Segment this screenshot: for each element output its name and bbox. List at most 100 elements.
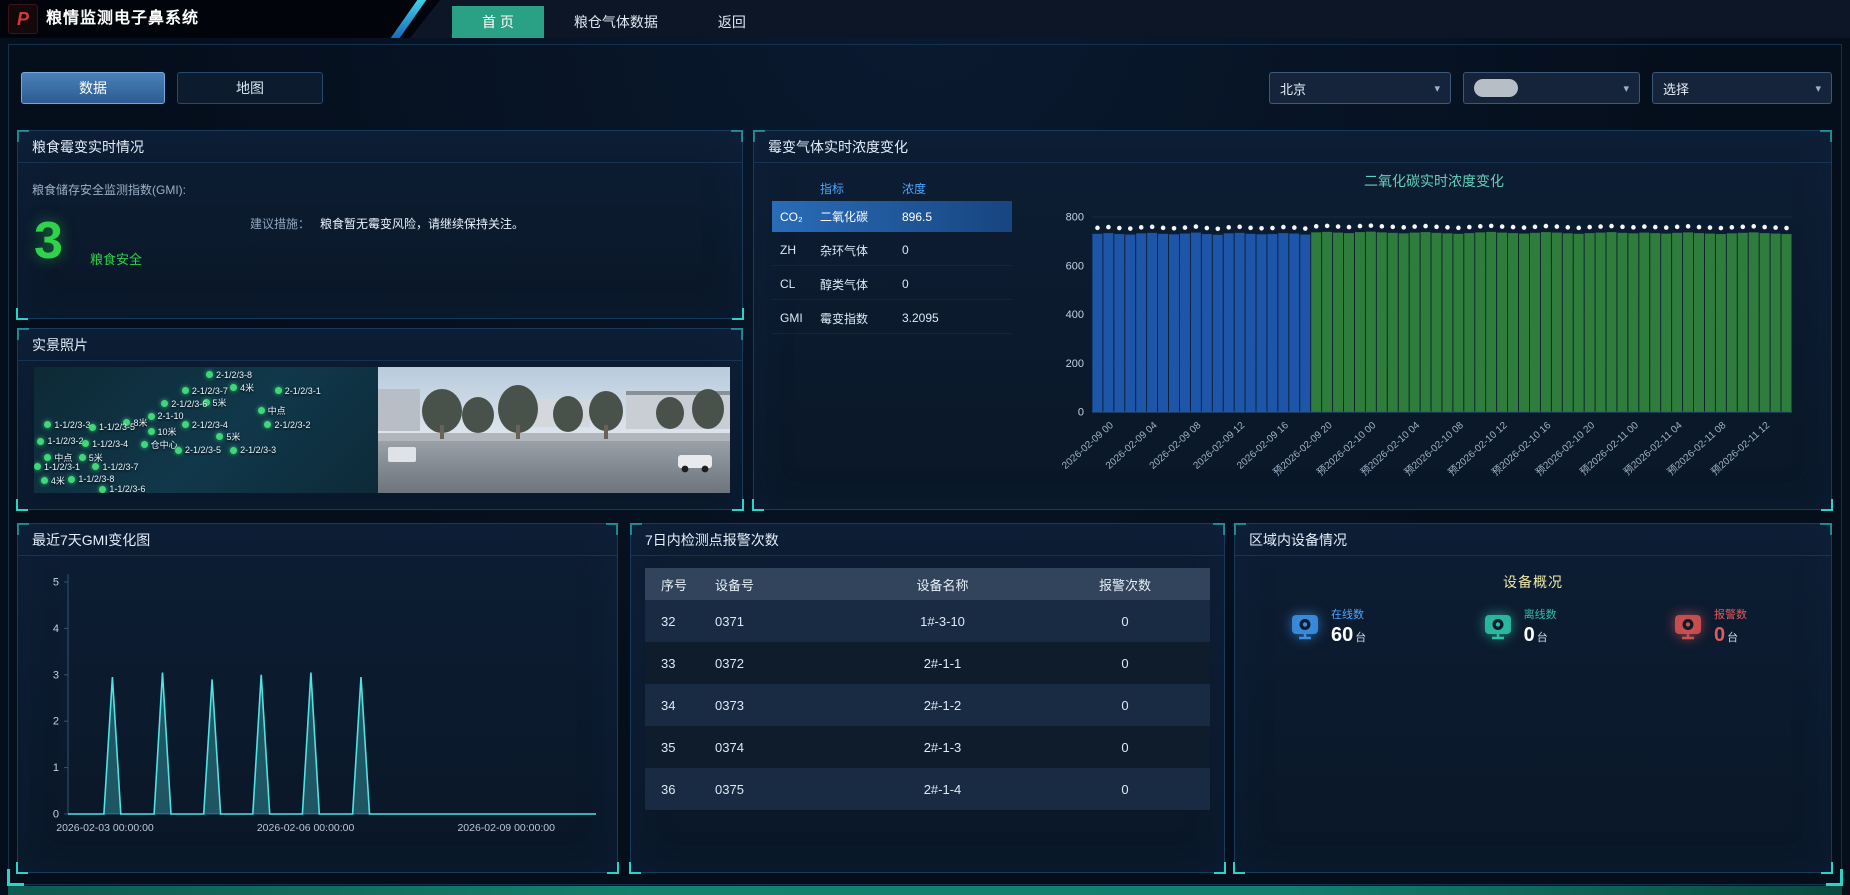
map-node[interactable]: 10米 [148, 425, 177, 438]
panel-gas-concentration: 霉变气体实时浓度变化 指标 浓度 CO₂ 二氧化碳 896.5 ZH 杂环气体 … [753, 130, 1832, 510]
page-title: 粮情监测电子鼻系统 [46, 0, 199, 38]
svg-text:3: 3 [53, 669, 59, 681]
table-cell: 0 [1040, 698, 1210, 713]
map-node[interactable]: 仓中心 [141, 438, 178, 451]
warehouse-select[interactable]: ▾ [1463, 72, 1640, 104]
panel-title: 区域内设备情况 [1235, 524, 1831, 556]
panel-title: 7日内检测点报警次数 [631, 524, 1224, 556]
map-node-label: 1-1/2/3-5 [99, 422, 135, 432]
svg-text:5: 5 [53, 577, 59, 589]
gas-metric-row-zh[interactable]: ZH 杂环气体 0 [772, 235, 1012, 266]
map-node[interactable]: 1-1/2/3-7 [92, 462, 138, 472]
map-node-dot [264, 421, 271, 428]
stat-offline: 离线数 0台 [1480, 606, 1557, 647]
map-node[interactable]: 1-1/2/3-8 [68, 474, 114, 484]
co2-chart-title: 二氧化碳实时浓度变化 [1044, 171, 1824, 191]
svg-text:200: 200 [1066, 358, 1084, 370]
map-node[interactable]: 2-1-10 [148, 411, 184, 421]
map-node[interactable]: 4米 [230, 381, 254, 394]
panel-gmi-7day-chart: 最近7天GMI变化图 0123452026-02-03 00:00:002026… [17, 523, 618, 873]
svg-text:2026-02-09 00:00:00: 2026-02-09 00:00:00 [457, 822, 555, 834]
stat-unit: 台 [1537, 632, 1548, 644]
bottom-accent-bar [8, 886, 1842, 895]
map-node-label: 8米 [133, 416, 147, 429]
map-node-dot [230, 447, 237, 454]
table-cell: 33 [645, 656, 715, 671]
gas-metric-row-cl[interactable]: CL 醇类气体 0 [772, 269, 1012, 300]
map-button[interactable]: 地图 [177, 72, 323, 104]
gmi-index-label: 粮食储存安全监测指数(GMI): [32, 181, 202, 199]
metric-name: 杂环气体 [820, 242, 902, 259]
online-device-icon [1287, 609, 1323, 645]
city-select[interactable]: 北京 ▾ [1269, 72, 1451, 104]
gas-metric-row-co2[interactable]: CO₂ 二氧化碳 896.5 [772, 201, 1012, 232]
map-node[interactable]: 1-1/2/3-1 [34, 462, 80, 472]
map-node-dot [148, 413, 155, 420]
metric-code: CO₂ [772, 210, 820, 224]
map-node[interactable]: 2-1/2/3-2 [264, 420, 310, 430]
map-node[interactable]: 2-1/2/3-1 [275, 386, 321, 396]
map-node-dot [79, 454, 86, 461]
metric-code: ZH [772, 243, 820, 257]
map-node-label: 仓中心 [151, 438, 178, 451]
map-node[interactable]: 1-1/2/3-6 [99, 484, 145, 493]
header-seq: 序号 [645, 575, 715, 594]
map-node-dot [92, 463, 99, 470]
panel-gmi-status: 粮食霉变实时情况 粮食储存安全监测指数(GMI): 3 粮食安全 建议措施： 粮… [17, 130, 743, 319]
table-cell: 0375 [715, 782, 845, 797]
table-cell: 2#-1-1 [845, 656, 1040, 671]
map-node-label: 10米 [158, 425, 177, 438]
tab-home[interactable]: 首 页 [452, 6, 544, 38]
select-thumbnail [1474, 79, 1518, 97]
street-photo-image [378, 367, 730, 493]
map-node[interactable]: 2-1/2/3-8 [206, 370, 252, 380]
table-cell: 0 [1040, 656, 1210, 671]
header-concentration: 浓度 [902, 177, 972, 201]
chevron-down-icon: ▾ [1434, 82, 1440, 95]
map-node-label: 1-1/2/3-4 [92, 439, 128, 449]
panel-title: 最近7天GMI变化图 [18, 524, 617, 556]
map-node[interactable]: 2-1/2/3-7 [182, 386, 228, 396]
metric-name: 醇类气体 [820, 276, 902, 293]
map-node-label: 1-1/2/3-8 [78, 474, 114, 484]
map-node-dot [41, 477, 48, 484]
map-node[interactable]: 1-1/2/3-3 [44, 420, 90, 430]
map-node[interactable]: 1-1/2/3-4 [82, 439, 128, 449]
header-alarm-count: 报警次数 [1040, 575, 1210, 594]
tab-granary-gas-data[interactable]: 粮仓气体数据 [544, 6, 688, 38]
advice-text: 粮食暂无霉变风险，请继续保持关注。 [320, 215, 524, 232]
map-node-label: 2-1/2/3-2 [274, 420, 310, 430]
map-node-label: 2-1/2/3-7 [192, 386, 228, 396]
svg-text:0: 0 [1078, 407, 1084, 419]
street-photo [378, 367, 730, 493]
map-node[interactable]: 5米 [216, 430, 240, 443]
choose-select[interactable]: 选择 ▾ [1652, 72, 1832, 104]
map-node[interactable]: 2-1/2/3-3 [230, 445, 276, 455]
map-node-dot [141, 441, 148, 448]
panel-live-photo: 实景照片 2-1/2/3-84米2-1/2/3-72-1/2/3-15米2-1/… [17, 328, 743, 510]
map-node-label: 1-1/2/3-2 [47, 436, 83, 446]
gas-metrics-table: 指标 浓度 CO₂ 二氧化碳 896.5 ZH 杂环气体 0 CL 醇类气体 0… [772, 177, 1012, 337]
table-row: 32 0371 1#-3-10 0 [645, 600, 1210, 642]
data-button[interactable]: 数据 [21, 72, 165, 104]
table-row: 34 0373 2#-1-2 0 [645, 684, 1210, 726]
gas-table-header: 指标 浓度 [772, 177, 1012, 201]
map-node[interactable]: 2-1/2/3-5 [175, 445, 221, 455]
map-node[interactable]: 1-1/2/3-2 [37, 436, 83, 446]
map-node[interactable]: 2-1/2/3-4 [182, 420, 228, 430]
map-node-dot [275, 387, 282, 394]
svg-text:2026-02-06 00:00:00: 2026-02-06 00:00:00 [257, 822, 355, 834]
svg-text:400: 400 [1066, 309, 1084, 321]
map-node[interactable]: 2-1/2/3-6 [161, 399, 207, 409]
table-cell: 35 [645, 740, 715, 755]
map-node-label: 2-1/2/3-3 [240, 445, 276, 455]
header-device-id: 设备号 [715, 575, 845, 594]
gas-metric-row-gmi[interactable]: GMI 霉变指数 3.2095 [772, 303, 1012, 334]
map-node[interactable]: 1-1/2/3-5 [89, 422, 135, 432]
map-node-dot [182, 421, 189, 428]
chevron-down-icon: ▾ [1815, 82, 1821, 95]
tab-back[interactable]: 返回 [688, 6, 776, 38]
map-node[interactable]: 中点 [258, 404, 286, 417]
co2-bar-chart: 02004006008002026-02-09 002026-02-09 042… [1044, 189, 1824, 509]
map-node[interactable]: 4米 [41, 474, 65, 487]
